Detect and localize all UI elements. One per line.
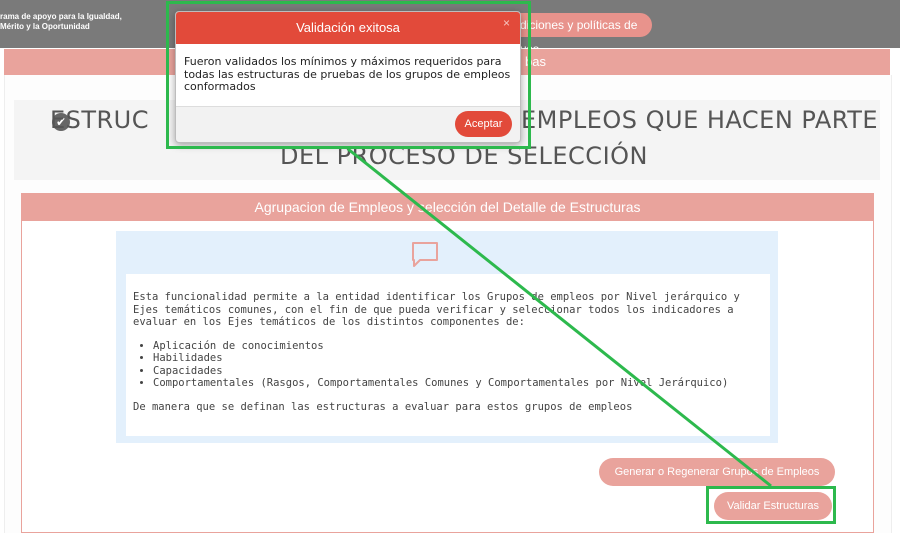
annotation-arrow-line [347, 147, 772, 488]
